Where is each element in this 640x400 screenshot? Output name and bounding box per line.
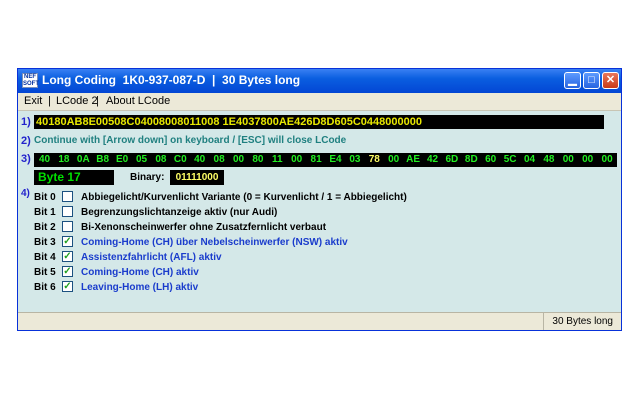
byte-cell[interactable]: 05 (132, 153, 151, 167)
binary-label: Binary: (130, 172, 165, 183)
byte-cell[interactable]: 00 (578, 153, 597, 167)
byte-cell[interactable]: 6D (442, 153, 461, 167)
maximize-button[interactable]: □ (583, 72, 600, 89)
bit-name: Bit 0 (34, 192, 56, 203)
byte-cell[interactable]: 08 (151, 153, 170, 167)
minimize-icon: ▁ (568, 74, 577, 86)
byte-cell[interactable]: C0 (171, 153, 190, 167)
byte-cell[interactable]: 40 (190, 153, 209, 167)
bit-description: Leaving-Home (LH) aktiv (81, 282, 199, 293)
byte-cell[interactable]: 08 (210, 153, 229, 167)
byte-cell[interactable]: 00 (384, 153, 403, 167)
close-icon: ✕ (605, 74, 616, 86)
bit-description: Assistenzfahrlicht (AFL) aktiv (81, 252, 222, 263)
byte-cell[interactable]: 00 (287, 153, 306, 167)
keyboard-hint: Continue with [Arrow down] on keyboard /… (34, 135, 347, 146)
bit-name: Bit 2 (34, 222, 56, 233)
byte-cell[interactable]: 78 (365, 153, 384, 167)
byte-cell[interactable]: 04 (520, 153, 539, 167)
byte-cell[interactable]: 48 (539, 153, 558, 167)
bit-name: Bit 3 (34, 237, 56, 248)
byte-cell[interactable]: 00 (598, 153, 617, 167)
section-number: 2) (21, 135, 31, 147)
menu-lcode2[interactable]: LCode 2 (56, 93, 98, 110)
section-number: 1) (21, 116, 31, 128)
lcode-window: NEF SOFT Long Coding 1K0-937-087-D | 30 … (17, 68, 622, 331)
byte-cell[interactable]: 80 (248, 153, 267, 167)
bit-name: Bit 4 (34, 252, 56, 263)
binary-value: 01111000 (170, 170, 224, 185)
bit-name: Bit 1 (34, 207, 56, 218)
window-title: Long Coding 1K0-937-087-D | 30 Bytes lon… (42, 73, 301, 87)
menu-separator: | (96, 95, 99, 107)
byte-cell[interactable]: B8 (93, 153, 112, 167)
byte-cell[interactable]: 42 (423, 153, 442, 167)
selected-byte-label: Byte 17 (34, 170, 114, 185)
bit-description: Coming-Home (CH) über Nebelscheinwerfer … (81, 237, 348, 248)
byte-cell[interactable]: 81 (307, 153, 326, 167)
menu-about[interactable]: About LCode (106, 93, 170, 110)
byte-cell[interactable]: 60 (481, 153, 500, 167)
menu-separator: | (48, 95, 51, 107)
section-number: 4) (21, 188, 30, 199)
bit-checkbox[interactable] (62, 206, 73, 217)
byte-cell[interactable]: 5C (501, 153, 520, 167)
bit-description: Begrenzungslichtanzeige aktiv (nur Audi) (81, 207, 278, 218)
close-button[interactable]: ✕ (602, 72, 619, 89)
status-bar: 30 Bytes long (18, 312, 621, 330)
status-byte-count: 30 Bytes long (543, 313, 621, 330)
byte-cell[interactable]: 00 (559, 153, 578, 167)
section-number: 3) (21, 153, 31, 165)
byte-cell[interactable]: 18 (54, 153, 73, 167)
menu-exit[interactable]: Exit (24, 93, 42, 110)
app-icon: NEF SOFT (22, 73, 39, 88)
bit-description: Abbiegelicht/Kurvenlicht Variante (0 = K… (81, 192, 407, 203)
bit-description: Coming-Home (CH) aktiv (81, 267, 199, 278)
byte-cell[interactable]: E4 (326, 153, 345, 167)
byte-cell[interactable]: 03 (345, 153, 364, 167)
bit-checkbox[interactable]: ✓ (62, 236, 73, 247)
bit-description: Bi-Xenonscheinwerfer ohne Zusatzfernlich… (81, 222, 327, 233)
bit-checkbox[interactable]: ✓ (62, 266, 73, 277)
minimize-button[interactable]: ▁ (564, 72, 581, 89)
byte-cell[interactable]: 00 (229, 153, 248, 167)
bit-checkbox[interactable] (62, 191, 73, 202)
maximize-icon: □ (588, 74, 595, 86)
bit-checkbox[interactable] (62, 221, 73, 232)
title-bar[interactable]: NEF SOFT Long Coding 1K0-937-087-D | 30 … (18, 69, 621, 93)
bit-name: Bit 5 (34, 267, 56, 278)
byte-grid: 40 18 0A B8 E0 05 08 C0 40 08 00 80 11 00 81 E4 03 78 00 AE… (34, 153, 617, 167)
coding-string-field[interactable]: 40180AB8E00508C04008008011008 1E4037800A… (34, 115, 604, 129)
byte-cell[interactable]: 11 (268, 153, 287, 167)
bit-checkbox[interactable]: ✓ (62, 281, 73, 292)
menu-bar: Exit | LCode 2 | About LCode (18, 93, 621, 111)
bit-name: Bit 6 (34, 282, 56, 293)
byte-cell[interactable]: E0 (113, 153, 132, 167)
bit-checkbox[interactable]: ✓ (62, 251, 73, 262)
byte-cell[interactable]: 0A (74, 153, 93, 167)
byte-cell[interactable]: 40 (35, 153, 54, 167)
byte-cell[interactable]: AE (404, 153, 423, 167)
byte-cell[interactable]: 8D (462, 153, 481, 167)
